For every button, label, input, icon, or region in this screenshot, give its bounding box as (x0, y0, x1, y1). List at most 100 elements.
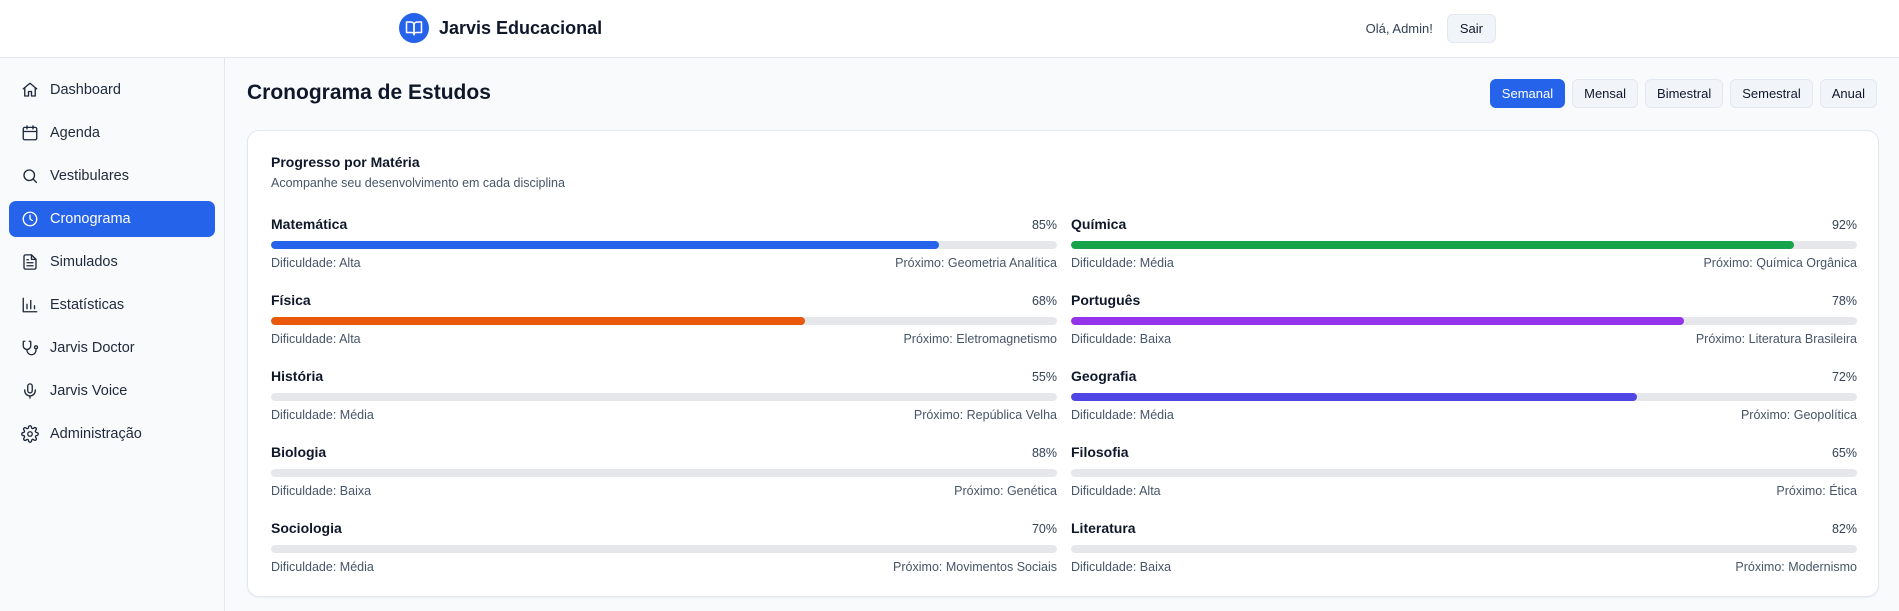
period-semanal-button[interactable]: Semanal (1489, 79, 1566, 108)
sidebar-item-simulados[interactable]: Simulados (9, 244, 215, 280)
subject-next-topic: Próximo: Geometria Analítica (895, 256, 1057, 270)
bar-chart-icon (22, 297, 38, 313)
sidebar-item-label: Administração (50, 426, 142, 442)
sidebar-item-dashboard[interactable]: Dashboard (9, 72, 215, 108)
progress-track (271, 545, 1057, 553)
progress-track (1071, 393, 1857, 401)
subject-name: História (271, 368, 324, 384)
subject-progress-item: Matemática 85% Dificuldade: Alta Próximo: … (271, 216, 1057, 292)
subject-grid: Matemática 85% Dificuldade: Alta Próximo: … (271, 216, 1857, 596)
sidebar-item-label: Vestibulares (50, 168, 129, 184)
sidebar-item-administracao[interactable]: Administração (9, 416, 215, 452)
subject-name: Literatura (1071, 520, 1136, 536)
subject-percent: 70% (1031, 522, 1057, 536)
subject-progress-item: Química 92% Dificuldade: Média Próximo: Qu… (1071, 216, 1857, 292)
period-mensal-button[interactable]: Mensal (1572, 79, 1639, 108)
open-book-icon (399, 13, 429, 43)
sidebar-item-label: Agenda (50, 125, 100, 141)
subject-difficulty: Dificuldade: Baixa (1071, 332, 1172, 346)
subject-progress-item: Geografia 72% Dificuldade: Média Próximo: … (1071, 368, 1857, 444)
brand-name: Jarvis Educacional (439, 17, 603, 38)
subject-percent: 55% (1031, 370, 1057, 384)
subject-percent: 78% (1831, 294, 1857, 308)
subject-percent: 72% (1831, 370, 1857, 384)
user-area: Olá, Admin! Sair (1366, 14, 1496, 43)
subject-next-topic: Próximo: Genética (954, 484, 1057, 498)
subject-name: Geografia (1071, 368, 1137, 384)
subject-next-topic: Próximo: Modernismo (1735, 560, 1857, 574)
subject-difficulty: Dificuldade: Média (271, 560, 374, 574)
sidebar-item-agenda[interactable]: Agenda (9, 115, 215, 151)
subject-name: Química (1071, 216, 1127, 232)
subject-name: Matemática (271, 216, 348, 232)
subject-percent: 88% (1031, 446, 1057, 460)
subject-next-topic: Próximo: Ética (1776, 484, 1857, 498)
subject-next-topic: Próximo: Geopolítica (1740, 408, 1857, 422)
subject-next-topic: Próximo: República Velha (913, 408, 1057, 422)
subject-name: Filosofia (1071, 444, 1129, 460)
sidebar-item-label: Jarvis Doctor (50, 340, 135, 356)
progress-track (1071, 545, 1857, 553)
logout-button[interactable]: Sair (1446, 14, 1496, 43)
subject-percent: 68% (1031, 294, 1057, 308)
subject-progress-item: Física 68% Dificuldade: Alta Próximo: Elet… (271, 292, 1057, 368)
sidebar-item-jarvis-doctor[interactable]: Jarvis Doctor (9, 330, 215, 366)
subject-difficulty: Dificuldade: Alta (1071, 484, 1161, 498)
sidebar-item-jarvis-voice[interactable]: Jarvis Voice (9, 373, 215, 409)
subject-difficulty: Dificuldade: Alta (271, 256, 361, 270)
main-content: Cronograma de Estudos Semanal Mensal Bim… (225, 58, 1899, 611)
subject-name: Sociologia (271, 520, 342, 536)
sidebar-item-cronograma[interactable]: Cronograma (9, 201, 215, 237)
progress-fill (1071, 317, 1685, 325)
sidebar-item-label: Simulados (50, 254, 118, 270)
subject-name: Biologia (271, 444, 327, 460)
subject-percent: 92% (1831, 218, 1857, 232)
subject-progress-item: História 55% Dificuldade: Média Próximo: R… (271, 368, 1057, 444)
gear-icon (21, 425, 39, 443)
subject-difficulty: Dificuldade: Baixa (271, 484, 372, 498)
sidebar-item-label: Jarvis Voice (50, 383, 128, 399)
document-icon (23, 254, 37, 270)
period-selector: Semanal Mensal Bimestral Semestral Anual (1483, 79, 1877, 108)
progress-card-title: Progresso por Matéria (271, 154, 420, 170)
subject-next-topic: Próximo: Eletromagnetismo (903, 332, 1057, 346)
progress-card: Progresso por Matéria Acompanhe seu dese… (247, 130, 1879, 597)
sidebar-item-estatisticas[interactable]: Estatísticas (9, 287, 215, 323)
period-anual-button[interactable]: Anual (1819, 79, 1877, 108)
progress-track (271, 317, 1057, 325)
brand[interactable]: Jarvis Educacional (399, 13, 602, 43)
subject-difficulty: Dificuldade: Média (271, 408, 374, 422)
top-bar: Jarvis Educacional Olá, Admin! Sair (0, 0, 1899, 58)
period-semestral-button[interactable]: Semestral (1730, 79, 1813, 108)
sidebar-item-label: Dashboard (50, 82, 121, 98)
subject-difficulty: Dificuldade: Baixa (1071, 560, 1172, 574)
subject-progress-item: Biologia 88% Dificuldade: Baixa Próximo: G… (271, 444, 1057, 520)
subject-progress-item: Sociologia 70% Dificuldade: Média Próximo:… (271, 520, 1057, 596)
progress-track (1071, 317, 1857, 325)
subject-progress-item: Português 78% Dificuldade: Baixa Próximo: … (1071, 292, 1857, 368)
sidebar-item-vestibulares[interactable]: Vestibulares (9, 158, 215, 194)
sidebar-item-label: Cronograma (50, 211, 131, 227)
progress-track (271, 393, 1057, 401)
subject-percent: 85% (1031, 218, 1057, 232)
progress-fill (271, 317, 806, 325)
page-title: Cronograma de Estudos (247, 81, 491, 104)
progress-track (271, 469, 1057, 477)
subject-difficulty: Dificuldade: Média (1071, 256, 1174, 270)
subject-next-topic: Próximo: Movimentos Sociais (893, 560, 1057, 574)
home-icon (22, 82, 38, 97)
subject-next-topic: Próximo: Química Orgânica (1703, 256, 1857, 270)
subject-name: Física (271, 292, 311, 308)
subject-difficulty: Dificuldade: Média (1071, 408, 1174, 422)
progress-track (271, 241, 1057, 249)
subject-percent: 82% (1831, 522, 1857, 536)
subject-next-topic: Próximo: Literatura Brasileira (1695, 332, 1857, 346)
clock-icon (22, 211, 38, 227)
search-icon (23, 169, 38, 184)
progress-fill (1071, 241, 1795, 249)
stethoscope-icon (22, 340, 39, 356)
user-greeting: Olá, Admin! (1365, 21, 1433, 36)
period-bimestral-button[interactable]: Bimestral (1645, 79, 1724, 108)
progress-track (1071, 241, 1857, 249)
subject-difficulty: Dificuldade: Alta (271, 332, 361, 346)
